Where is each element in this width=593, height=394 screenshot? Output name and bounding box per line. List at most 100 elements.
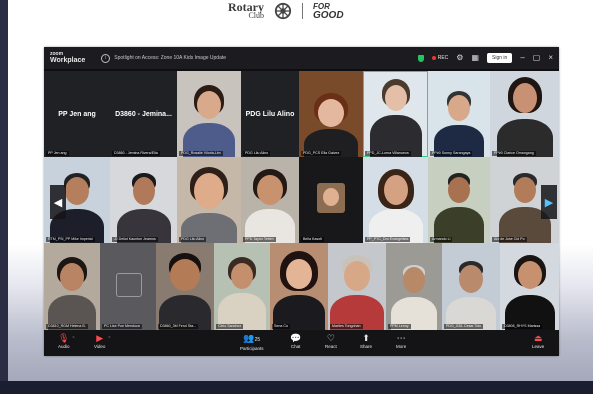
participant-tile[interactable]: PPD Taylor Tetteh xyxy=(241,157,299,243)
slide-frame-left xyxy=(0,0,8,394)
chat-button[interactable]: 💬 Chat xyxy=(290,333,301,350)
audio-button[interactable]: 🎙 Audio ⌃ xyxy=(58,333,76,350)
participant-name-label: Sena Co xyxy=(272,324,290,329)
participant-tile[interactable]: PDG_Rosalie Viloria-Lim xyxy=(177,71,241,157)
participant-face xyxy=(170,259,200,291)
gallery-view: PP Jen ang PP Jen ang D3860 - Jemina... … xyxy=(44,71,559,330)
view-grid-icon[interactable]: ▦ xyxy=(471,54,479,62)
settings-gear-icon[interactable]: ⚙ xyxy=(456,54,463,62)
video-options-chevron-icon[interactable]: ⌃ xyxy=(107,336,111,342)
participant-face xyxy=(231,263,253,289)
participant-face xyxy=(513,177,536,203)
participant-face xyxy=(132,177,155,205)
leave-door-icon: ⏏ xyxy=(533,333,543,343)
muted-microphone-icon: 🎙 xyxy=(58,333,70,343)
participant-name-label: Bella Kasoti xyxy=(301,237,324,242)
participant-tile-active-speaker[interactable]: PPD_JC-Lorna Villanueva xyxy=(363,71,428,157)
sign-in-button[interactable]: Sign in xyxy=(487,53,513,63)
participant-tile[interactable]: Bella Kasoti xyxy=(299,157,363,243)
participant-name-label: PPD Taylor Tetteh xyxy=(243,237,276,242)
participant-face xyxy=(60,263,84,291)
participant-face xyxy=(383,175,408,205)
participant-tile[interactable]: PC Lise Poe Mendoza xyxy=(100,243,156,330)
rotary-wheel-icon xyxy=(274,2,292,20)
participant-face xyxy=(257,175,283,205)
participant-face xyxy=(318,99,344,127)
participant-face xyxy=(517,261,542,289)
zoom-brand: zoom Workplace xyxy=(50,50,86,65)
react-label: React xyxy=(325,344,337,349)
participant-name-label: JJ Deliot Kaunton Jeamos xyxy=(112,237,158,242)
previous-page-button[interactable]: ◀ xyxy=(50,185,66,219)
participant-name-label: PP Jen ang xyxy=(46,151,69,156)
participant-tile[interactable]: PP#0 Clarice Omangang xyxy=(490,71,559,157)
participant-face xyxy=(344,261,370,291)
participant-name-label: D3810_RGM Helena B. xyxy=(46,324,88,329)
participants-count: 25 xyxy=(254,337,261,343)
participant-name-label: Armando Li xyxy=(430,237,453,242)
participant-name-label: Cielo Sanchez xyxy=(216,324,244,329)
participant-name-label: D3860 - Jemina Rivera/Ella xyxy=(112,151,160,156)
participant-tile[interactable]: D3860_3M Ferol Sta... xyxy=(156,243,214,330)
share-label: Share xyxy=(360,344,373,349)
participant-tile[interactable]: Armando Li xyxy=(428,157,490,243)
leave-label: Leave xyxy=(532,344,545,349)
more-dots-icon: ⋯ xyxy=(396,333,406,343)
audio-options-chevron-icon[interactable]: ⌃ xyxy=(71,336,75,342)
participant-tile[interactable]: Marites Tongohan xyxy=(328,243,386,330)
more-button[interactable]: ⋯ More xyxy=(396,333,406,350)
participant-name-label: PDG_GDL Cesar Tolo xyxy=(444,324,484,329)
participant-face xyxy=(459,265,483,293)
participant-tile[interactable]: PDG Lilu Alino xyxy=(177,157,241,243)
participant-tile[interactable]: PDG_GDL Cesar Tolo xyxy=(442,243,500,330)
participant-tile[interactable]: Cielo Sanchez xyxy=(214,243,270,330)
for-good-logo: FOR GOOD xyxy=(313,2,344,21)
participant-face xyxy=(286,259,312,289)
participant-tile[interactable]: D3810_RGM Helena B. xyxy=(44,243,100,330)
participant-face xyxy=(448,95,470,121)
participant-face xyxy=(65,177,89,205)
encryption-shield-icon[interactable] xyxy=(417,54,424,62)
participant-tile[interactable]: PDG_PCS Ella Galvez xyxy=(299,71,363,157)
reaction-heart-icon: ♡ xyxy=(326,333,335,343)
meeting-info-icon[interactable]: i xyxy=(101,53,111,63)
video-button[interactable]: ▶ Video ⌃ xyxy=(94,333,111,350)
participant-tile[interactable]: JJ Deliot Kaunton Jeamos xyxy=(110,157,177,243)
participant-tile[interactable]: PPM Lenny xyxy=(386,243,442,330)
chat-bubble-icon: 💬 xyxy=(290,333,302,343)
slide-logos: Rotary Club FOR GOOD xyxy=(228,0,344,22)
share-button[interactable]: ⬆ Share xyxy=(360,333,372,350)
participants-button[interactable]: 👥25 Participants xyxy=(240,333,264,352)
participant-face xyxy=(197,91,221,119)
participant-face xyxy=(323,188,339,206)
participant-tile[interactable]: PP#0 Sonny Sarangaya xyxy=(428,71,490,157)
react-button[interactable]: ♡ React xyxy=(325,333,337,350)
minimize-icon[interactable]: – xyxy=(520,54,524,62)
leave-button[interactable]: ⏏ Leave xyxy=(532,333,544,350)
participant-tile[interactable]: PP Jen ang PP Jen ang xyxy=(44,71,110,157)
participant-tile[interactable]: Sena Co xyxy=(270,243,328,330)
recording-indicator[interactable]: REC xyxy=(431,55,449,61)
participant-tile[interactable]: PP_PTC_Dru Evangelista xyxy=(363,157,428,243)
participants-label: Participants xyxy=(240,346,264,351)
close-icon[interactable]: × xyxy=(548,54,553,62)
brand-small: zoom xyxy=(50,50,64,57)
share-screen-icon: ⬆ xyxy=(362,333,370,343)
participant-display-name: PDG Lilu Alino xyxy=(245,110,295,118)
maximize-icon[interactable]: ▢ xyxy=(533,54,541,62)
participant-tile[interactable]: D3860 - Jemina... D3860 - Jemina Rivera/… xyxy=(110,71,177,157)
participant-name-label: PDG_PCS Ella Galvez xyxy=(301,151,342,156)
next-page-button[interactable]: ▶ xyxy=(541,185,557,219)
participant-display-name: D3860 - Jemina... xyxy=(115,110,172,118)
participant-tile[interactable]: D3806_RHYS Marissa xyxy=(500,243,559,330)
participant-face xyxy=(384,85,407,111)
participant-face xyxy=(194,173,224,209)
brand-name: Workplace xyxy=(50,56,86,64)
participant-tile[interactable]: PDG Lilu Alino PDG Lilu Alino xyxy=(241,71,299,157)
participants-people-icon: 👥25 xyxy=(243,333,261,343)
participant-name-label: RTM_PSI_PP Mike Imperial xyxy=(46,237,95,242)
chat-label: Chat xyxy=(290,344,301,349)
camera-off-icon xyxy=(116,273,142,297)
participant-name-label: PDG Lilu Alino xyxy=(243,151,271,156)
rec-label: REC xyxy=(437,55,449,61)
